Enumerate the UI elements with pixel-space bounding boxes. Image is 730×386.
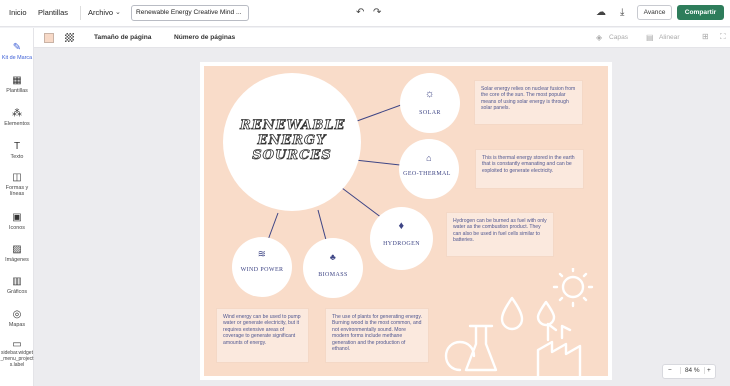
wind-icon: ≋	[257, 249, 267, 260]
hydrogen-label[interactable]: HYDROGEN	[370, 241, 433, 247]
hydrogen-node[interactable]	[370, 207, 433, 270]
wind-description[interactable]: Wind energy can be used to pump water or…	[216, 308, 309, 363]
biomass-label[interactable]: BIOMASS	[303, 272, 363, 278]
solar-node[interactable]	[400, 73, 460, 133]
poster-title[interactable]: RENEWABLE ENERGY SOURCES	[240, 118, 345, 164]
zoom-control: − 84 % +	[662, 364, 716, 379]
decorative-energy-icons	[444, 268, 594, 376]
water-drop-icon: ♦	[398, 220, 405, 232]
zoom-in-button[interactable]: +	[707, 367, 711, 374]
geothermal-node[interactable]	[399, 139, 459, 199]
biomass-description[interactable]: The use of plants for generating energy.…	[325, 308, 429, 363]
geothermal-description[interactable]: This is thermal energy stored in the ear…	[475, 149, 584, 189]
biomass-bag-icon: ♣	[329, 252, 337, 262]
zoom-level[interactable]: 84 %	[680, 367, 705, 374]
geothermal-label[interactable]: GEO-THERMAL	[399, 170, 455, 178]
hydrogen-description[interactable]: Hydrogen can be burned as fuel with only…	[446, 212, 554, 257]
zoom-out-button[interactable]: −	[668, 367, 672, 374]
factory-icon: ⌂	[426, 153, 432, 163]
solar-description[interactable]: Solar energy relies on nuclear fusion fr…	[474, 80, 583, 125]
sun-icon: ☼	[424, 88, 436, 100]
wind-label[interactable]: WIND POWER	[236, 266, 288, 275]
solar-label[interactable]: SOLAR	[400, 110, 460, 116]
biomass-node[interactable]	[303, 238, 363, 298]
